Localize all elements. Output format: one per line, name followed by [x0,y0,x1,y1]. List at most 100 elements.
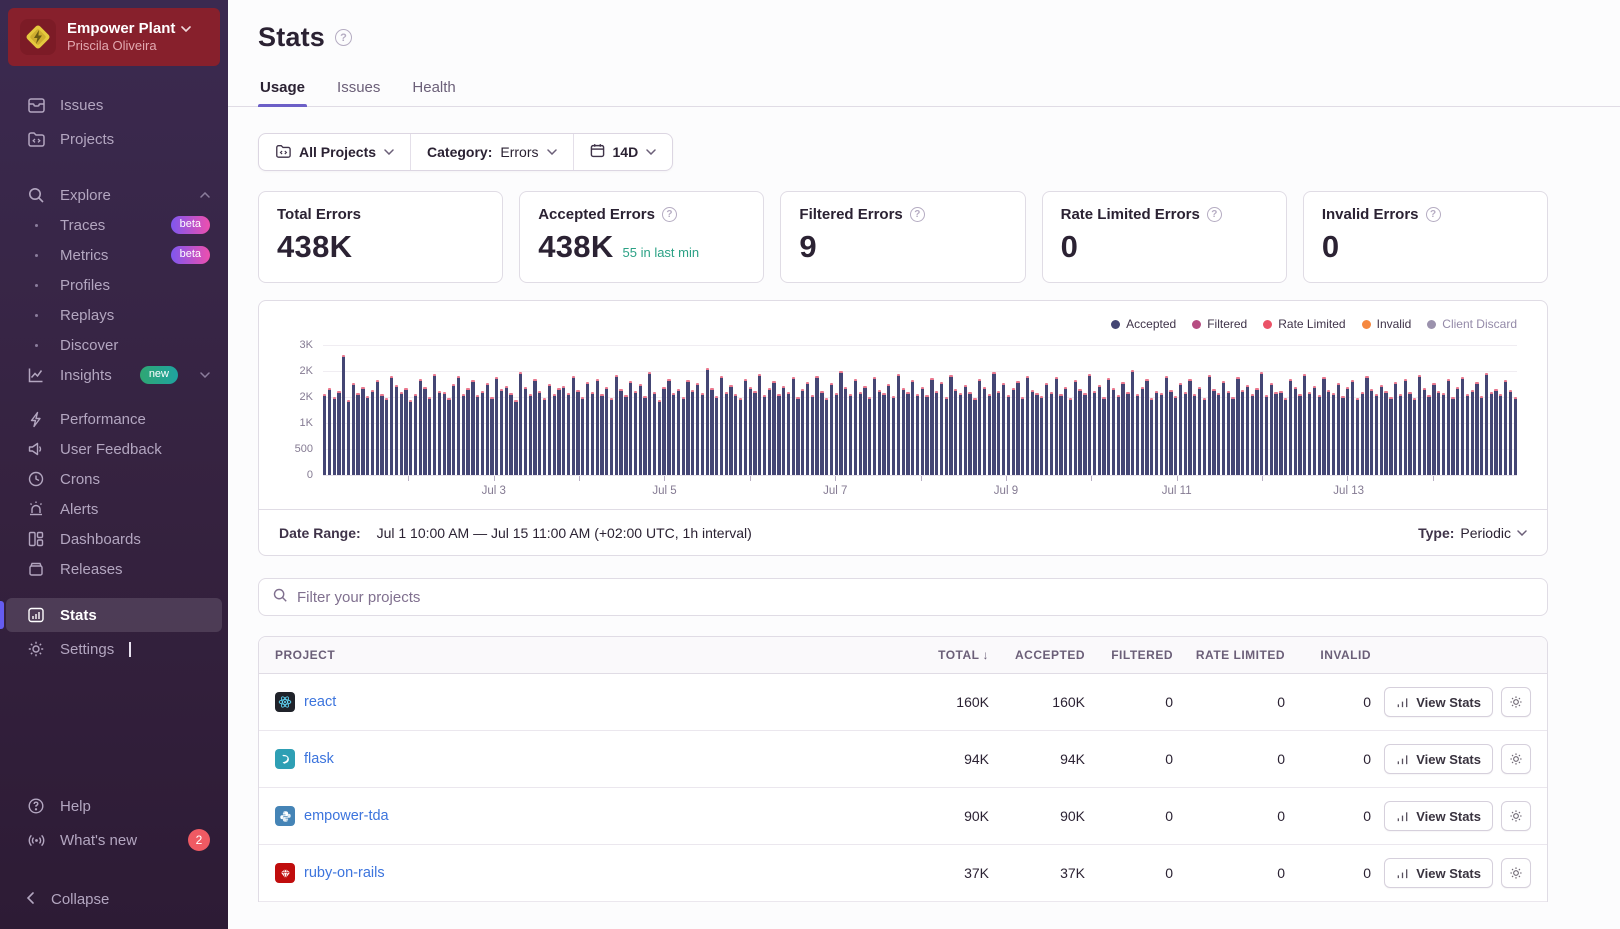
chart-bar [370,389,375,475]
help-icon[interactable]: ? [1425,207,1441,222]
category-selector[interactable]: Category: Errors [411,134,572,170]
sidebar-item-settings[interactable]: Settings [0,632,228,666]
sidebar-item-insights[interactable]: Insights new [0,360,228,390]
legend-item[interactable]: Rate Limited [1263,317,1346,331]
help-icon[interactable]: ? [909,207,925,222]
chart-bar [1044,383,1049,475]
chevron-down-icon [546,149,557,155]
chart-bar [1111,387,1116,475]
sidebar-item-projects[interactable]: Projects [0,122,228,156]
x-axis-tick [920,476,922,481]
tab-usage[interactable]: Usage [258,71,308,107]
collapse-button[interactable]: Collapse [0,879,228,919]
sidebar-item-crons[interactable]: Crons [0,464,228,494]
project-link[interactable]: flask [304,751,334,767]
accepted-last-min: 55 in last min [622,245,700,260]
sidebar-item-releases[interactable]: Releases [0,554,228,584]
x-axis-label: Jul 3 [481,485,506,497]
type-selector[interactable]: Type: Periodic [1418,525,1527,541]
x-axis-tick [1005,476,1007,481]
sidebar-item-dashboards[interactable]: Dashboards [0,524,228,554]
calendar-icon [590,143,605,161]
sidebar-item-traces[interactable]: Traces beta [0,210,228,240]
page-help-icon[interactable]: ? [335,29,353,46]
project-link[interactable]: ruby-on-rails [304,865,385,881]
help-icon[interactable]: ? [1206,207,1222,222]
legend-item[interactable]: Filtered [1192,317,1247,331]
view-stats-button[interactable]: View Stats [1384,744,1493,774]
beta-badge: beta [170,216,210,234]
chart-bar [600,393,604,475]
chart-bar [748,386,752,475]
chart-bar [791,377,795,475]
chart-bar [476,394,480,475]
chart-bar [1097,384,1101,475]
project-settings-button[interactable] [1501,801,1531,831]
project-link[interactable]: react [304,694,336,710]
date-range-selector[interactable]: 14D [574,134,673,170]
sidebar-item-alerts[interactable]: Alerts [0,494,228,524]
help-icon[interactable]: ? [661,207,677,222]
chart-bar [629,381,633,475]
sidebar-item-user-feedback[interactable]: User Feedback [0,434,228,464]
search-input[interactable] [297,588,1534,606]
sidebar-item-replays[interactable]: Replays [0,300,228,330]
chart-bar [1255,387,1259,475]
chart-legend: Accepted Filtered Rate Limited Invalid Clien… [279,317,1517,331]
project-settings-button[interactable] [1501,744,1531,774]
search-icon [26,185,46,205]
sidebar-item-explore[interactable]: Explore [0,180,228,210]
chart-bar [915,393,920,475]
sidebar-item-metrics[interactable]: Metrics beta [0,240,228,270]
tab-health[interactable]: Health [410,71,457,106]
sidebar-item-help[interactable]: Help [0,789,228,823]
sidebar-item-profiles[interactable]: Profiles [0,270,228,300]
chart-bar [342,355,346,475]
tab-issues[interactable]: Issues [335,71,382,106]
legend-item[interactable]: Accepted [1111,317,1176,331]
chart-bar [930,378,934,475]
sidebar-item-performance[interactable]: Performance [0,404,228,434]
chart-bar [523,386,528,475]
project-link[interactable]: empower-tda [304,808,389,824]
x-axis-tick [1347,476,1349,481]
filtered-errors-value: 9 [799,229,817,264]
chart-bar [887,384,891,475]
chart-bar [1451,397,1455,475]
col-invalid[interactable]: INVALID [1285,648,1371,662]
chart-bar [839,371,843,475]
sidebar-item-whats-new[interactable]: What's new 2 [0,823,228,857]
view-stats-button[interactable]: View Stats [1384,858,1493,888]
chart-bar [1078,389,1082,475]
chart-bar [1212,388,1216,475]
chart-bar [772,381,776,475]
project-settings-button[interactable] [1501,687,1531,717]
chart-bar [676,389,681,475]
chart-bar [877,389,881,475]
sidebar-item-discover[interactable]: Discover [0,330,228,360]
chart-bar [533,379,537,475]
view-stats-button[interactable]: View Stats [1384,687,1493,717]
sidebar-item-issues[interactable]: Issues [0,88,228,122]
org-switcher[interactable]: Empower Plant Priscila Oliveira [8,8,220,66]
col-accepted[interactable]: ACCEPTED [989,648,1085,662]
col-total[interactable]: TOTAL ↓ [889,648,989,662]
chart-bar [782,385,786,475]
project-selector[interactable]: All Projects [259,134,410,170]
col-rate-limited[interactable]: RATE LIMITED [1173,648,1285,662]
chart-bar [1025,376,1030,475]
chart-bar [1102,397,1106,475]
view-stats-button[interactable]: View Stats [1384,801,1493,831]
legend-item[interactable]: Invalid [1361,317,1411,331]
project-settings-button[interactable] [1501,858,1531,888]
chart-bar [1288,378,1293,475]
cell-accepted: 90K [1060,808,1085,824]
chart-bar [437,390,442,475]
chart-bar [1437,390,1441,475]
legend-dot [1361,319,1371,329]
chart-bar [1269,383,1273,475]
legend-item[interactable]: Client Discard [1427,317,1517,331]
col-filtered[interactable]: FILTERED [1085,648,1173,662]
sidebar-item-stats[interactable]: Stats [0,598,228,632]
legend-dot [1427,319,1437,329]
